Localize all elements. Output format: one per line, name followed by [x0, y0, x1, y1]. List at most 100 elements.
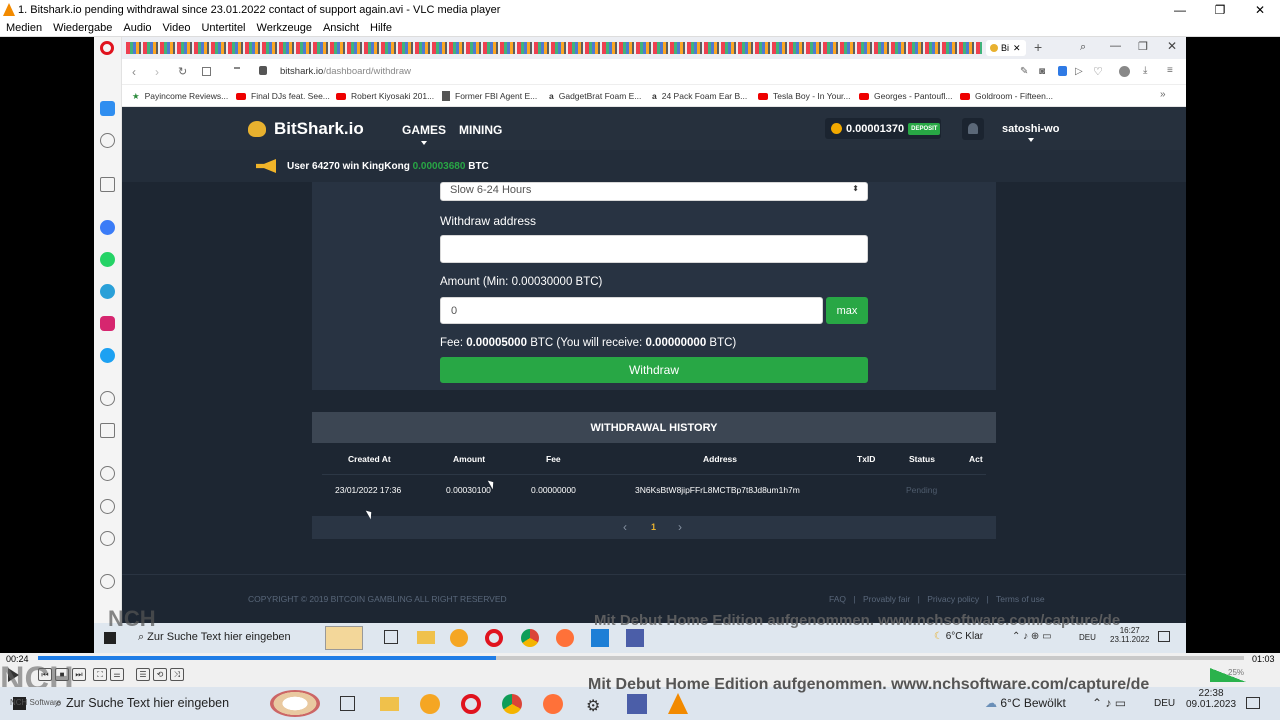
bookmark-georges[interactable]: Georges - Pantoufl...	[859, 90, 952, 102]
app-icon[interactable]	[420, 694, 440, 714]
whatsapp-icon[interactable]	[100, 252, 115, 267]
max-button[interactable]: max	[826, 297, 868, 324]
weather-widget[interactable]: ☁ 6°C Bewölkt	[985, 696, 1066, 710]
tray-icons[interactable]: ⌃ ♪ ▭	[1092, 696, 1126, 710]
task-view-icon[interactable]	[340, 696, 355, 711]
minimize-button[interactable]: —	[1160, 0, 1200, 20]
telegram-icon[interactable]	[100, 284, 115, 299]
provably-fair-link[interactable]: Provably fair	[863, 594, 910, 604]
bookmark-kiyosaki[interactable]: Robert Kiyosaki 201...	[336, 90, 434, 102]
withdraw-address-input[interactable]	[440, 235, 868, 263]
terms-of-use-link[interactable]: Terms of use	[996, 594, 1045, 604]
camera-icon[interactable]: ◙	[1039, 66, 1045, 77]
bookmark-foam-ear[interactable]: a 24 Pack Foam Ear B...	[652, 90, 747, 102]
faq-link[interactable]: FAQ	[829, 594, 846, 604]
heart-icon[interactable]	[100, 466, 115, 481]
back-icon[interactable]: ‹	[132, 65, 136, 79]
settings-gear-icon[interactable]: ⚙	[586, 696, 600, 716]
menu-hilfe[interactable]: Hilfe	[370, 22, 392, 34]
bookmark-tesla-boy[interactable]: Tesla Boy - In Your...	[758, 90, 851, 102]
edit-icon[interactable]: ✎	[1020, 66, 1028, 77]
bag-icon[interactable]	[100, 177, 115, 192]
bookmark-gadgetbrat[interactable]: a GadgetBrat Foam E...	[549, 90, 641, 102]
taskbar-clock[interactable]: 22:38 09.01.2023	[1186, 688, 1236, 710]
menu-audio[interactable]: Audio	[123, 22, 151, 34]
profile-icon[interactable]	[1119, 66, 1130, 77]
twitter-icon[interactable]	[100, 348, 115, 363]
messenger-icon[interactable]	[100, 220, 115, 235]
opera-logo-icon[interactable]	[100, 41, 114, 55]
page-1-button[interactable]: 1	[651, 522, 656, 532]
privacy-policy-link[interactable]: Privacy policy	[927, 594, 979, 604]
history-icon[interactable]	[100, 499, 115, 514]
recorded-search-box[interactable]: ⌕ Zur Suche Text hier eingeben	[138, 631, 291, 644]
bookmark-final-djs[interactable]: Final DJs feat. See...	[236, 90, 330, 102]
search-tabs-icon[interactable]: ⌕	[1080, 41, 1086, 54]
shuffle-icon[interactable]: ⤨	[170, 668, 184, 681]
url-field[interactable]: bitshark.io/dashboard/withdraw	[280, 66, 411, 77]
next-icon[interactable]: ⏭	[72, 668, 86, 681]
grid-icon[interactable]	[202, 67, 211, 76]
favorite-icon[interactable]: ♡	[1093, 65, 1103, 78]
user-menu[interactable]: satoshi-wo	[1002, 123, 1059, 142]
send-icon[interactable]	[100, 423, 115, 438]
bulb-icon[interactable]	[100, 574, 115, 589]
taskbar-search-box[interactable]: ⌕ Zur Suche Text hier eingeben	[55, 696, 229, 711]
instagram-icon[interactable]	[100, 316, 115, 331]
download-icon[interactable]: ⤓	[1143, 65, 1147, 76]
file-explorer-icon[interactable]	[380, 697, 399, 711]
explorer-icon[interactable]	[417, 631, 435, 644]
opera-taskbar-icon[interactable]	[485, 629, 503, 647]
windows-start-icon[interactable]	[104, 632, 116, 644]
loop-icon[interactable]: ⟲	[153, 668, 167, 681]
recorded-lang[interactable]: DEU	[1079, 633, 1096, 642]
amount-input[interactable]: 0	[440, 297, 823, 324]
opera-taskbar-icon[interactable]	[461, 694, 481, 714]
site-logo[interactable]: BitShark.io	[274, 119, 364, 139]
menu-untertitel[interactable]: Untertitel	[201, 22, 245, 34]
tab-close-icon[interactable]: ✕	[1013, 43, 1021, 54]
tray-icons[interactable]: ⌃ ♪ ⊕ ▭	[1012, 631, 1052, 642]
notifications-button[interactable]	[962, 118, 984, 140]
menu-icon[interactable]: ≡	[1167, 65, 1173, 76]
active-tab[interactable]: Bi ✕	[986, 40, 1026, 56]
chrome-icon[interactable]	[502, 694, 522, 714]
firefox-icon[interactable]	[556, 629, 574, 647]
close-browser-icon[interactable]: ✕	[1167, 39, 1177, 53]
speed-dial-icon[interactable]	[100, 133, 115, 148]
close-button[interactable]: ✕	[1240, 0, 1280, 20]
firefox-icon[interactable]	[543, 694, 563, 714]
extended-settings-icon[interactable]: ⚌	[110, 668, 124, 681]
capture-app-icon[interactable]	[627, 694, 647, 714]
new-tab-icon[interactable]: +	[1034, 39, 1042, 55]
language-indicator[interactable]: DEU	[1154, 698, 1175, 709]
app-icon[interactable]	[450, 629, 468, 647]
bookmark-fbi[interactable]: Former FBI Agent E...	[442, 90, 537, 102]
bookmarks-more-icon[interactable]: »	[1160, 89, 1166, 100]
prev-page-button[interactable]: ‹	[623, 520, 627, 534]
home-icon[interactable]	[100, 101, 115, 116]
vpn-badge[interactable]	[234, 67, 240, 69]
notification-center-icon[interactable]	[1246, 697, 1260, 709]
reload-icon[interactable]: ↻	[178, 65, 187, 78]
nav-games[interactable]: GAMES	[402, 123, 446, 145]
player-icon[interactable]	[100, 391, 115, 406]
bookmark-payincome[interactable]: ★ Payincome Reviews...	[132, 90, 228, 102]
vlc-taskbar-icon[interactable]	[668, 693, 688, 714]
fullscreen-icon[interactable]: ⛶	[93, 668, 107, 681]
menu-wiedergabe[interactable]: Wiedergabe	[53, 22, 112, 34]
task-view-icon[interactable]	[384, 630, 398, 644]
capture-app-icon[interactable]	[626, 629, 644, 647]
forward-icon[interactable]: ›	[155, 65, 159, 79]
deposit-button[interactable]: DEPOSIT	[908, 122, 941, 135]
notification-center-icon[interactable]	[1158, 631, 1170, 642]
withdraw-button[interactable]: Withdraw	[440, 357, 868, 383]
nav-mining[interactable]: MINING	[459, 123, 502, 137]
menu-ansicht[interactable]: Ansicht	[323, 22, 359, 34]
playlist-icon[interactable]: ☰	[136, 668, 150, 681]
maximize-button[interactable]: ❐	[1200, 0, 1240, 20]
menu-medien[interactable]: Medien	[6, 22, 42, 34]
menu-werkzeuge[interactable]: Werkzeuge	[257, 22, 312, 34]
shield-icon[interactable]	[1058, 66, 1067, 76]
tab-favicons[interactable]	[126, 42, 982, 54]
